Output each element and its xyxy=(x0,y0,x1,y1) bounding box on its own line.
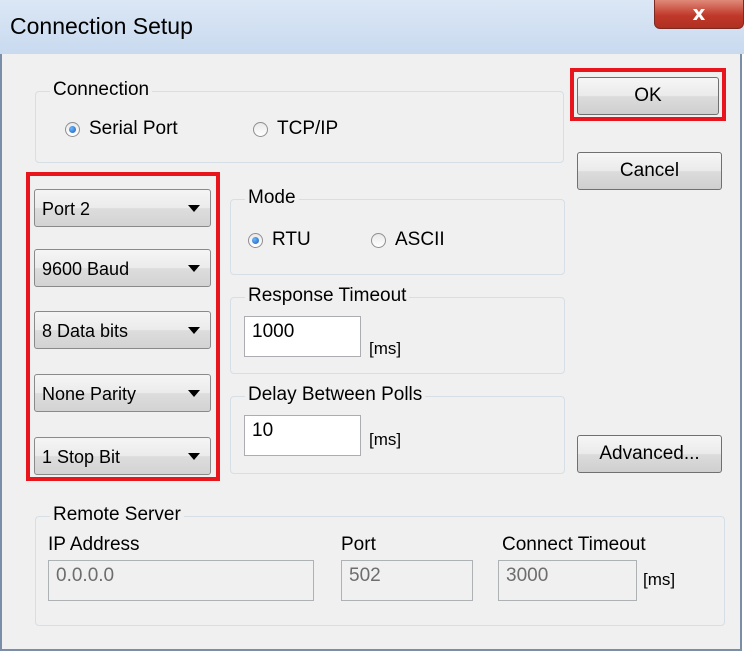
port-label: Port xyxy=(341,534,376,555)
serial-port-radio[interactable]: Serial Port xyxy=(65,118,178,140)
title-bar: Connection Setup x xyxy=(0,0,744,54)
response-timeout-unit: [ms] xyxy=(369,339,402,358)
response-timeout-input[interactable]: 1000 xyxy=(244,316,361,357)
ascii-label: ASCII xyxy=(395,229,445,250)
port-input[interactable]: 502 xyxy=(341,560,473,601)
port-value: 502 xyxy=(349,565,381,586)
ip-address-label: IP Address xyxy=(48,534,140,555)
delay-between-polls-unit: [ms] xyxy=(369,430,402,449)
connection-group-label: Connection xyxy=(50,79,153,101)
response-timeout-value: 1000 xyxy=(252,321,295,342)
radio-selected-icon xyxy=(65,121,80,137)
response-timeout-label: Response Timeout xyxy=(245,285,410,307)
tcpip-label: TCP/IP xyxy=(277,118,339,139)
mode-group-label: Mode xyxy=(245,187,299,209)
cancel-button[interactable]: Cancel xyxy=(577,152,722,190)
ok-highlight-box xyxy=(570,68,726,121)
radio-unselected-icon xyxy=(253,121,268,137)
serial-settings-highlight-box xyxy=(26,172,220,481)
advanced-button-label: Advanced... xyxy=(599,443,700,464)
advanced-button[interactable]: Advanced... xyxy=(577,435,722,473)
close-icon: x xyxy=(692,1,706,25)
connect-timeout-unit: [ms] xyxy=(643,570,676,589)
radio-selected-icon xyxy=(248,232,263,248)
window-title: Connection Setup xyxy=(10,13,193,39)
connect-timeout-value: 3000 xyxy=(506,565,549,586)
ip-address-input[interactable]: 0.0.0.0 xyxy=(48,560,314,601)
connect-timeout-input[interactable]: 3000 xyxy=(498,560,637,601)
close-button[interactable]: x xyxy=(654,0,744,29)
remote-server-label: Remote Server xyxy=(50,504,184,526)
tcpip-radio[interactable]: TCP/IP xyxy=(253,118,338,140)
cancel-button-label: Cancel xyxy=(619,160,680,181)
radio-unselected-icon xyxy=(371,232,386,248)
rtu-label: RTU xyxy=(272,229,311,250)
ascii-radio[interactable]: ASCII xyxy=(371,229,445,251)
delay-between-polls-label: Delay Between Polls xyxy=(245,384,426,406)
delay-between-polls-value: 10 xyxy=(252,420,274,441)
rtu-radio[interactable]: RTU xyxy=(248,229,311,251)
serial-port-label: Serial Port xyxy=(89,118,178,139)
connect-timeout-label: Connect Timeout xyxy=(502,534,646,555)
ip-address-value: 0.0.0.0 xyxy=(56,565,115,586)
delay-between-polls-input[interactable]: 10 xyxy=(244,415,361,456)
